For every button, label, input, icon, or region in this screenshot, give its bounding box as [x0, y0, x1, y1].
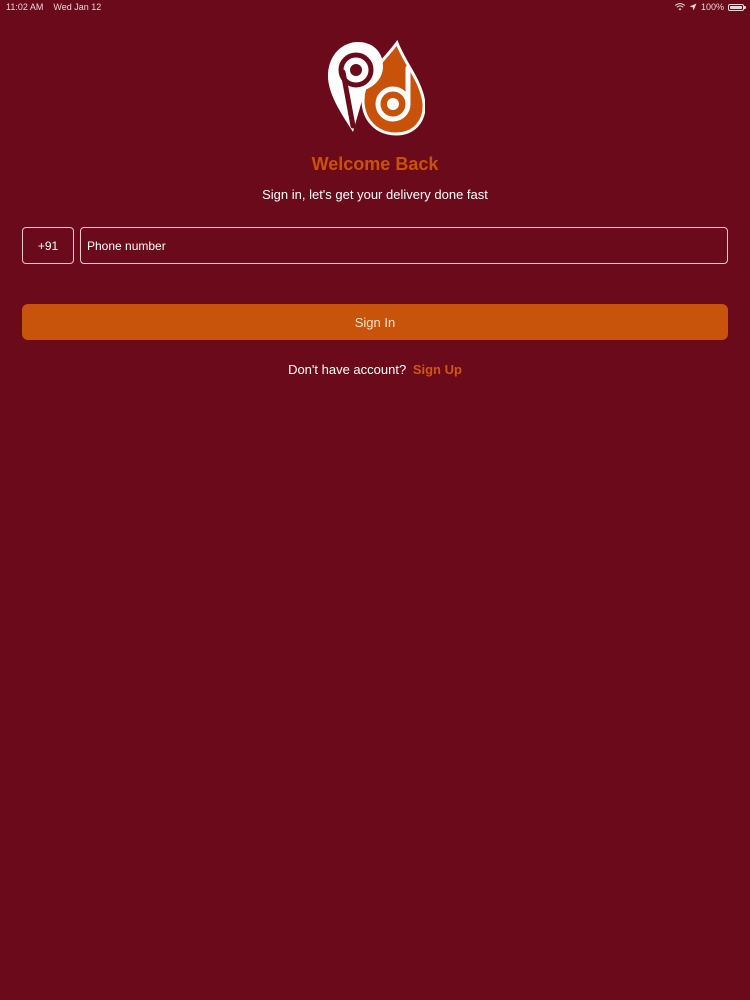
country-code-selector[interactable]: +91 — [22, 227, 74, 264]
location-arrow-icon — [689, 3, 697, 11]
signup-prompt: Don't have account? — [288, 362, 407, 377]
sign-in-button[interactable]: Sign In — [22, 304, 728, 340]
battery-fill — [730, 5, 742, 9]
welcome-subtitle: Sign in, let's get your delivery done fa… — [262, 187, 488, 202]
sign-up-link[interactable]: Sign Up — [413, 362, 462, 377]
welcome-title: Welcome Back — [311, 154, 439, 174]
wifi-icon — [674, 3, 685, 11]
status-bar: 11:02 AM Wed Jan 12 100% — [0, 0, 750, 14]
battery-icon — [728, 3, 746, 11]
status-date: Wed Jan 12 — [53, 2, 102, 12]
signup-row: Don't have account? Sign Up — [0, 362, 750, 377]
battery-percent: 100% — [700, 2, 724, 12]
login-screen: 11:02 AM Wed Jan 12 100% Welcome Back Si… — [0, 0, 750, 1000]
status-time: 11:02 AM — [6, 2, 44, 12]
phone-number-input[interactable] — [80, 227, 728, 264]
location-pin-pd-logo-icon — [327, 39, 425, 136]
